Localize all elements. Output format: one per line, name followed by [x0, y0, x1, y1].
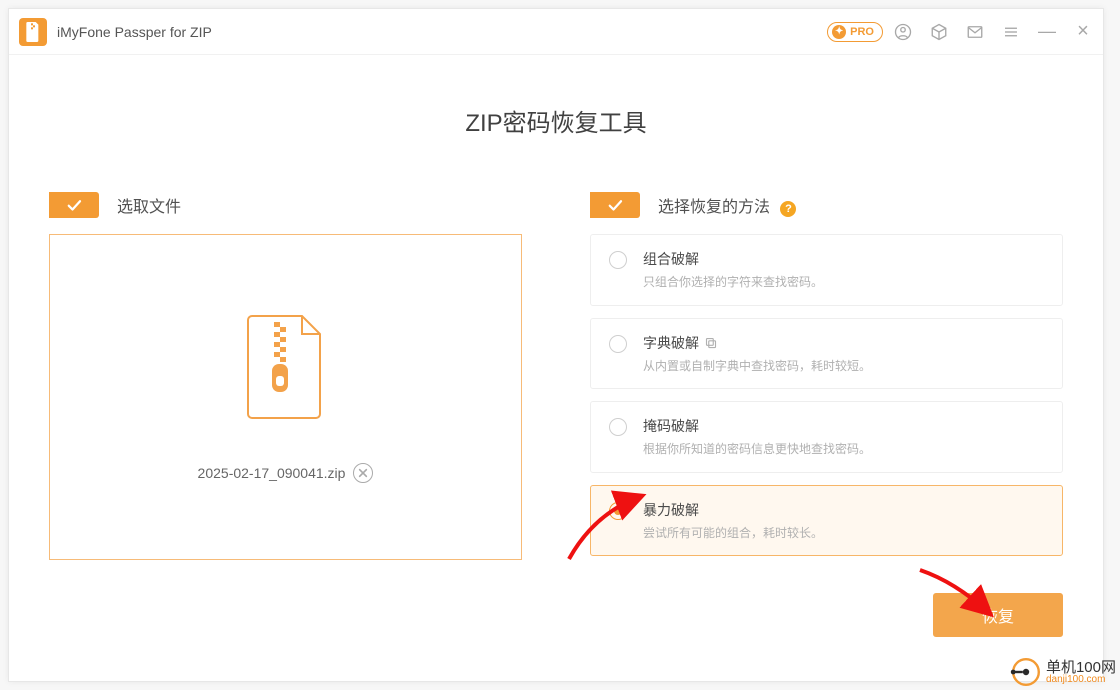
method-option-2[interactable]: 掩码破解根据你所知道的密码信息更快地查找密码。 — [590, 401, 1063, 473]
radio-icon — [609, 502, 627, 520]
pro-badge-icon: ✦ — [832, 25, 846, 39]
select-method-panel: 选择恢复的方法 ? 组合破解只组合你选择的字符来查找密码。字典破解从内置或自制字… — [590, 192, 1063, 560]
select-method-title: 选择恢复的方法 ? — [658, 193, 796, 217]
mail-icon[interactable] — [965, 22, 985, 42]
copy-icon — [705, 337, 717, 349]
clear-file-button[interactable] — [353, 463, 373, 483]
app-logo-icon — [19, 18, 47, 46]
close-button[interactable]: × — [1073, 22, 1093, 42]
watermark-title: 单机100网 — [1046, 660, 1116, 675]
step-check-icon — [49, 192, 99, 218]
cube-icon[interactable] — [929, 22, 949, 42]
zip-file-icon — [244, 312, 328, 427]
method-option-1[interactable]: 字典破解从内置或自制字典中查找密码，耗时较短。 — [590, 318, 1063, 390]
recover-button-label: 恢复 — [982, 603, 1014, 627]
method-option-3[interactable]: 暴力破解尝试所有可能的组合，耗时较长。 — [590, 485, 1063, 557]
pro-badge[interactable]: ✦ PRO — [827, 22, 883, 42]
method-option-0[interactable]: 组合破解只组合你选择的字符来查找密码。 — [590, 234, 1063, 306]
tip-icon[interactable]: ? — [780, 201, 796, 217]
minimize-button[interactable]: — — [1037, 22, 1057, 42]
radio-icon — [609, 418, 627, 436]
radio-icon — [609, 335, 627, 353]
select-file-title: 选取文件 — [117, 193, 181, 217]
method-title: 字典破解 — [643, 333, 1044, 353]
watermark-url: danji100.com — [1046, 675, 1116, 685]
user-icon[interactable] — [893, 22, 913, 42]
method-desc: 根据你所知道的密码信息更快地查找密码。 — [643, 442, 1044, 458]
watermark: 单机100网 danji100.com — [1002, 656, 1116, 688]
method-desc: 只组合你选择的字符来查找密码。 — [643, 275, 1044, 291]
titlebar: iMyFone Passper for ZIP ✦ PRO — × — [9, 9, 1103, 55]
method-title: 暴力破解 — [643, 500, 1044, 520]
method-desc: 尝试所有可能的组合，耗时较长。 — [643, 526, 1044, 542]
app-window: iMyFone Passper for ZIP ✦ PRO — × ZIP密码恢… — [8, 8, 1104, 682]
method-title: 组合破解 — [643, 249, 1044, 269]
recover-button[interactable]: 恢复 — [933, 593, 1063, 637]
page-title: ZIP密码恢复工具 — [9, 103, 1103, 138]
app-title: iMyFone Passper for ZIP — [57, 24, 212, 40]
watermark-logo-icon — [1002, 656, 1042, 688]
menu-icon[interactable] — [1001, 22, 1021, 42]
select-file-panel: 选取文件 — [49, 192, 522, 560]
method-title: 掩码破解 — [643, 416, 1044, 436]
method-desc: 从内置或自制字典中查找密码，耗时较短。 — [643, 359, 1044, 375]
pro-badge-label: PRO — [850, 26, 874, 38]
file-dropzone[interactable]: 2025-02-17_090041.zip — [49, 234, 522, 560]
step-check-icon — [590, 192, 640, 218]
selected-file-name: 2025-02-17_090041.zip — [198, 465, 346, 481]
radio-icon — [609, 251, 627, 269]
